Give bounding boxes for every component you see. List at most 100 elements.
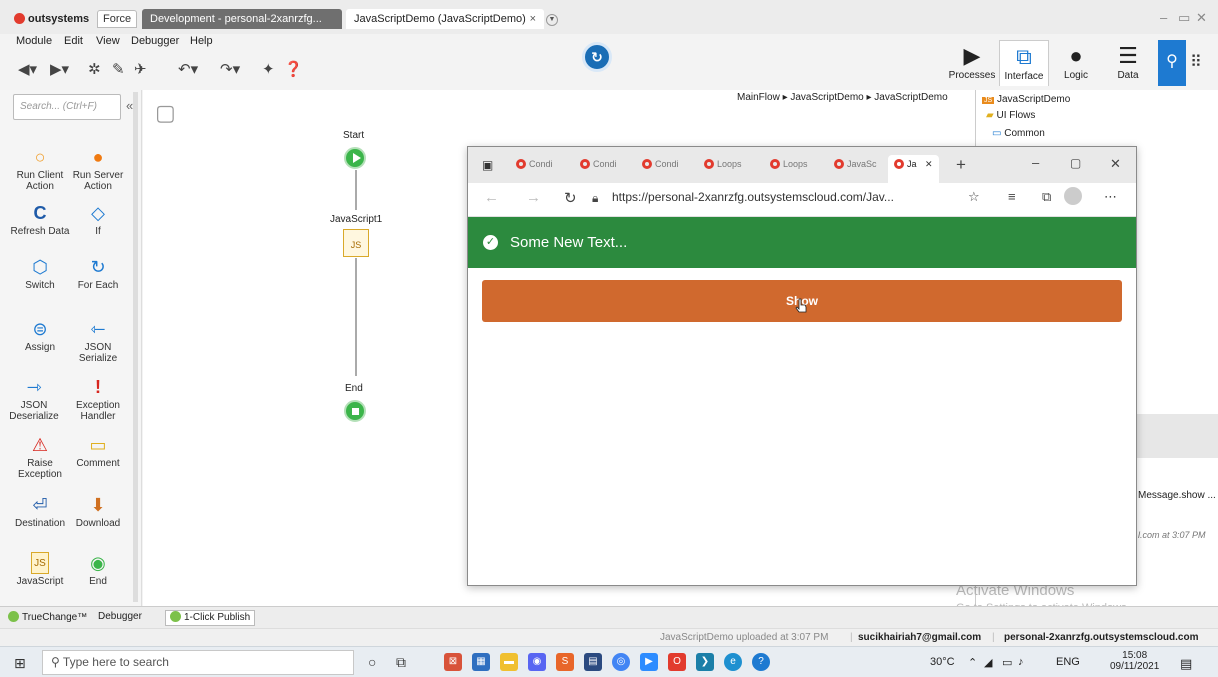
tab-logic[interactable]: ● Logic — [1051, 40, 1101, 86]
help-icon[interactable]: ❓ — [284, 60, 303, 78]
terminal-icon[interactable]: ❯ — [696, 653, 714, 671]
tool-comment[interactable]: ▭ Comment — [68, 434, 128, 469]
browser-tab[interactable]: Condi — [580, 159, 617, 169]
message-show-item[interactable]: Message.show ... — [1138, 490, 1216, 501]
browser-tab[interactable]: Condi — [642, 159, 679, 169]
new-tab-icon[interactable]: + — [956, 155, 966, 175]
office-icon[interactable]: ⊠ — [444, 653, 462, 671]
browser-tab[interactable]: JavaSc — [834, 159, 877, 169]
tray-up-icon[interactable]: ⌃ — [968, 656, 977, 669]
menu-module[interactable]: Module — [16, 35, 52, 47]
tab-debugger[interactable]: Debugger — [98, 611, 142, 622]
restore-icon[interactable]: ▭ — [1178, 10, 1190, 26]
browser-tab[interactable]: Loops — [770, 159, 808, 169]
windows-start-icon[interactable]: ⊞ — [14, 655, 26, 672]
menu-view[interactable]: View — [96, 35, 120, 47]
back-icon[interactable]: ◀▾ — [18, 60, 37, 78]
battery-icon[interactable]: ▭ — [1002, 656, 1012, 669]
edge-icon[interactable]: e — [724, 653, 742, 671]
celebrate-icon[interactable]: ✦ — [262, 60, 275, 78]
menu-debugger[interactable]: Debugger — [131, 35, 179, 47]
browser-maximize-icon[interactable]: ▢ — [1070, 156, 1081, 170]
tab-1-click-publish[interactable]: 1-Click Publish — [165, 610, 256, 626]
tool-assign[interactable]: ⊜ Assign — [10, 318, 70, 353]
calculator-icon[interactable]: ▤ — [584, 653, 602, 671]
minimize-icon[interactable]: – — [1160, 10, 1167, 25]
outsystems-taskbar-icon[interactable]: O — [668, 653, 686, 671]
tool-exception-handler[interactable]: ! Exception Handler — [68, 376, 128, 422]
toolbox-search-input[interactable]: Search... (Ctrl+F) — [13, 94, 121, 120]
close-tab-icon[interactable]: ✕ — [925, 159, 933, 169]
apps-grid-icon[interactable]: ⠿ — [1190, 52, 1202, 72]
javascriptdemo-tab[interactable]: JavaScriptDemo (JavaScriptDemo) × — [346, 9, 544, 29]
tab-interface[interactable]: ⧉ Interface — [999, 40, 1049, 86]
collections-icon[interactable]: ⧉ — [1042, 189, 1051, 205]
help-tray-icon[interactable]: ? — [752, 653, 770, 671]
device-preview-icon[interactable]: ▢ — [155, 100, 176, 126]
profile-avatar[interactable] — [1064, 187, 1082, 205]
weather-temp[interactable]: 30°C — [930, 656, 955, 668]
tab-processes[interactable]: ▶ Processes — [947, 40, 997, 86]
favorite-icon[interactable]: ☆ — [968, 189, 980, 205]
browser-tab-active[interactable]: Ja ✕ — [888, 155, 939, 183]
tree-item-javascriptdemo[interactable]: JS JavaScriptDemo — [982, 94, 1070, 105]
reload-icon[interactable]: ↻ — [564, 189, 577, 207]
tab-truechange[interactable]: TrueChange™ — [8, 611, 87, 623]
tab-actions-icon[interactable]: ▣ — [482, 158, 493, 172]
bug-icon[interactable]: ✎ — [112, 60, 125, 78]
chrome-icon[interactable]: ◎ — [612, 653, 630, 671]
clock[interactable]: 15:08 09/11/2021 — [1110, 650, 1159, 672]
browser-tab[interactable]: Loops — [704, 159, 742, 169]
task-view-icon[interactable]: ⧉ — [396, 654, 406, 671]
undo-icon[interactable]: ↶▾ — [178, 60, 198, 78]
tool-for-each[interactable]: ↻ For Each — [68, 256, 128, 291]
start-node[interactable] — [344, 147, 366, 169]
back-icon[interactable]: ← — [484, 189, 499, 206]
browser-minimize-icon[interactable]: – — [1032, 155, 1039, 170]
volume-icon[interactable]: ♪ — [1018, 656, 1024, 668]
favorites-bar-icon[interactable]: ≡ — [1008, 189, 1016, 204]
toolbox-scrollbar[interactable] — [133, 92, 138, 602]
language-indicator[interactable]: ENG — [1056, 656, 1080, 668]
forward-icon[interactable]: ▶▾ — [50, 60, 69, 78]
development-tab[interactable]: Development - personal-2xanrzfg... — [142, 9, 342, 29]
menu-edit[interactable]: Edit — [64, 35, 83, 47]
close-tab-icon[interactable]: × — [530, 9, 536, 29]
tab-dropdown-icon[interactable]: ▼ — [546, 14, 558, 26]
lock-icon[interactable]: 🔒︎ — [592, 191, 598, 206]
browser-close-icon[interactable]: ✕ — [1110, 156, 1121, 172]
tab-data[interactable]: ☰ Data — [1103, 40, 1153, 86]
tool-end[interactable]: ◉ End — [68, 552, 128, 587]
tool-run-client-action[interactable]: ○ Run Client Action — [10, 146, 70, 192]
forward-icon[interactable]: → — [526, 189, 541, 206]
app-icon[interactable]: ▦ — [472, 653, 490, 671]
tool-destination[interactable]: ⏎ Destination — [10, 494, 70, 529]
force-tab[interactable]: Force — [97, 10, 137, 28]
tree-item-common[interactable]: ▭ Common — [992, 128, 1045, 139]
notifications-icon[interactable]: ▤ — [1180, 656, 1192, 672]
browser-tab[interactable]: Condi — [516, 159, 553, 169]
tool-switch[interactable]: ⬡ Switch — [10, 256, 70, 291]
zoom-icon[interactable]: ▶ — [640, 653, 658, 671]
more-menu-icon[interactable]: ⋯ — [1104, 189, 1117, 205]
network-icon[interactable]: ◢ — [984, 656, 992, 669]
file-explorer-icon[interactable]: ▬ — [500, 653, 518, 671]
taskbar-search-input[interactable]: ⚲ Type here to search — [42, 650, 354, 675]
debug-gear-icon[interactable]: ✲ — [88, 60, 101, 78]
javascript-node[interactable]: JS — [343, 229, 369, 257]
discord-icon[interactable]: ◉ — [528, 653, 546, 671]
bug-step-icon[interactable]: ✈ — [134, 60, 147, 78]
tool-json-deserialize[interactable]: ⇾ JSON Deserialize — [4, 376, 64, 422]
url-input[interactable]: https://personal-2xanrzfg.outsystemsclou… — [612, 190, 962, 204]
end-node[interactable] — [344, 400, 366, 422]
tool-javascript[interactable]: JS JavaScript — [10, 552, 70, 587]
search-icon[interactable]: ⚲ — [1158, 40, 1186, 86]
tool-run-server-action[interactable]: ● Run Server Action — [68, 146, 128, 192]
tool-download[interactable]: ⬇ Download — [68, 494, 128, 529]
tool-if[interactable]: ◇ If — [68, 202, 128, 237]
close-window-icon[interactable]: ✕ — [1196, 10, 1207, 26]
publish-button[interactable]: ↻ — [582, 42, 612, 72]
redo-icon[interactable]: ↷▾ — [220, 60, 240, 78]
tool-refresh-data[interactable]: C Refresh Data — [10, 202, 70, 237]
tree-item-ui-flows[interactable]: ▰ UI Flows — [986, 110, 1035, 121]
